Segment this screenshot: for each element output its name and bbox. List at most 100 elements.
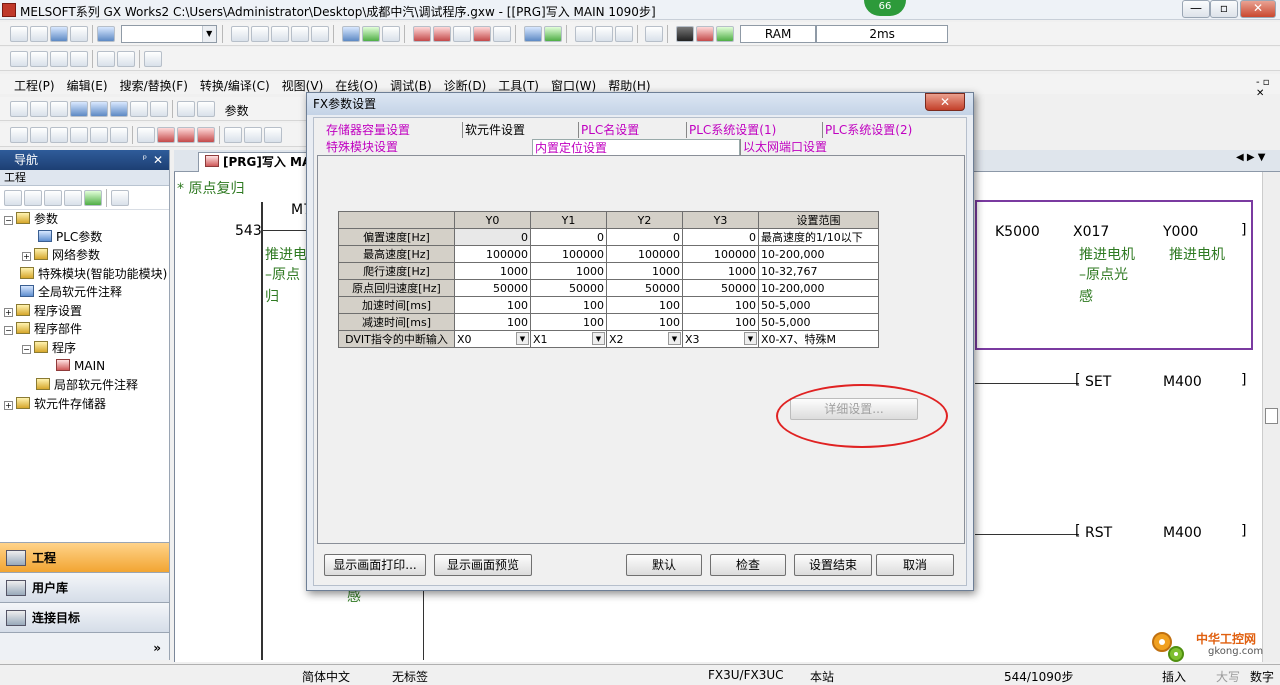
nav-view-icon[interactable] (111, 190, 129, 206)
menu-view[interactable]: 视图(V) (276, 74, 330, 94)
undo-icon[interactable] (291, 26, 310, 42)
cell-bias-y2[interactable]: 0 (606, 228, 683, 246)
nav-props-icon[interactable] (64, 190, 82, 206)
nav-copy-icon[interactable] (24, 190, 42, 206)
sf8-icon[interactable] (243, 127, 262, 143)
sf9-delete-icon[interactable] (156, 127, 175, 143)
cell-decel-y0[interactable]: 100 (454, 313, 531, 331)
preview-screen-button[interactable]: 显示画面预览 (434, 554, 532, 576)
chevron-down-icon[interactable]: ▼ (744, 332, 757, 345)
tab-plc-name[interactable]: PLC名设置 (578, 122, 686, 138)
rst-device[interactable]: M400 (1163, 525, 1202, 541)
cut-icon[interactable] (231, 26, 250, 42)
verify-plc-icon[interactable] (382, 26, 401, 42)
cell-decel-y1[interactable]: 100 (530, 313, 607, 331)
menu-search[interactable]: 搜索/替换(F) (114, 74, 194, 94)
cell-accel-y3[interactable]: 100 (682, 296, 759, 314)
chevron-down-icon[interactable]: ▼ (592, 332, 605, 345)
project-view-icon[interactable] (9, 101, 28, 117)
dev-3-icon[interactable] (109, 101, 128, 117)
open-icon[interactable] (29, 26, 48, 42)
binoculars-icon[interactable] (196, 101, 215, 117)
find-icon[interactable] (149, 101, 168, 117)
finish-settings-button[interactable]: 设置结束 (794, 554, 872, 576)
menu-project[interactable]: 工程(P) (0, 74, 61, 94)
cell-max-y0[interactable]: 100000 (454, 245, 531, 263)
cell-bias-y3[interactable]: 0 (682, 228, 759, 246)
rst-instruction[interactable]: RST (1085, 525, 1112, 541)
dialog-close-button[interactable]: ✕ (925, 93, 965, 111)
tool-a-icon[interactable] (574, 26, 593, 42)
watch-icon[interactable] (472, 26, 491, 42)
nav-close-icon[interactable]: ✕ (153, 150, 163, 170)
ladder-tool-7-icon[interactable] (143, 51, 162, 67)
tree-item-program[interactable]: − 程序 (22, 339, 76, 357)
menu-compile[interactable]: 转换/编译(C) (194, 74, 276, 94)
sim-start-icon[interactable] (523, 26, 542, 42)
mdi-controls[interactable]: - ▫ ✕ (1250, 74, 1280, 99)
cell-accel-y1[interactable]: 100 (530, 296, 607, 314)
cell-max-y1[interactable]: 100000 (530, 245, 607, 263)
tool-c-icon[interactable] (614, 26, 633, 42)
af7-icon[interactable] (263, 127, 282, 143)
minimize-button[interactable]: — (1182, 0, 1210, 18)
output-device[interactable]: Y000 (1163, 224, 1198, 240)
window-icon[interactable] (49, 101, 68, 117)
paste-icon[interactable] (271, 26, 290, 42)
ladder-tool-3-icon[interactable] (49, 51, 68, 67)
cell-decel-y2[interactable]: 100 (606, 313, 683, 331)
cell-creep-y2[interactable]: 1000 (606, 262, 683, 280)
sf6-contact-icon[interactable] (69, 127, 88, 143)
tab-device-settings[interactable]: 软元件设置 (462, 122, 578, 138)
sf7-icon[interactable] (223, 127, 242, 143)
block-icon[interactable] (29, 101, 48, 117)
cell-bias-y1[interactable]: 0 (530, 228, 607, 246)
cancel-button[interactable]: 取消 (876, 554, 954, 576)
ladder-tool-6-icon[interactable] (116, 51, 135, 67)
cf10-icon[interactable] (196, 127, 215, 143)
help-circle-icon[interactable] (176, 101, 195, 117)
tab-plc-system-2[interactable]: PLC系统设置(2) (822, 122, 956, 138)
monitor-write-icon[interactable] (432, 26, 451, 42)
cf9-delete-icon[interactable] (176, 127, 195, 143)
dvit-select-y2[interactable]: X2 ▼ (606, 330, 683, 348)
buffer-icon[interactable] (492, 26, 511, 42)
cell-max-y3[interactable]: 100000 (682, 245, 759, 263)
f8-instr-icon[interactable] (109, 127, 128, 143)
vertical-scrollbar[interactable] (1262, 172, 1280, 662)
tree-item-program-parts[interactable]: − 程序部件 (4, 320, 82, 338)
watch-window-icon[interactable] (129, 101, 148, 117)
dvit-select-y1[interactable]: X1 ▼ (530, 330, 607, 348)
check-button[interactable]: 检查 (710, 554, 786, 576)
layout-icon[interactable] (645, 26, 664, 42)
cell-bias-y0[interactable]: 0 (454, 228, 531, 246)
print-icon[interactable] (69, 26, 88, 42)
nav-tab-connection[interactable]: 连接目标 (0, 602, 169, 632)
set-instruction[interactable]: SET (1085, 374, 1111, 390)
window-close-button[interactable]: ✕ (1240, 0, 1276, 18)
nav-paste-icon[interactable] (44, 190, 62, 206)
tree-item-special-modules[interactable]: 特殊模块(智能功能模块) (20, 265, 167, 283)
nav-new-icon[interactable] (4, 190, 22, 206)
set-device[interactable]: M400 (1163, 374, 1202, 390)
cell-home-y3[interactable]: 50000 (682, 279, 759, 297)
tree-item-global-comments[interactable]: 全局软元件注释 (20, 283, 122, 301)
dev-1-icon[interactable] (69, 101, 88, 117)
default-button[interactable]: 默认 (626, 554, 702, 576)
tree-item-params[interactable]: − 参数 (4, 210, 58, 228)
chevron-down-icon[interactable]: ▼ (668, 332, 681, 345)
nav-tab-user-library[interactable]: 用户库 (0, 572, 169, 602)
cell-accel-y2[interactable]: 100 (606, 296, 683, 314)
param-shortcut[interactable]: 参数 (225, 102, 249, 119)
ladder-tool-2-icon[interactable] (29, 51, 48, 67)
scrollbar-thumb[interactable] (1265, 408, 1278, 424)
tab-plc-system-1[interactable]: PLC系统设置(1) (686, 122, 822, 138)
cell-accel-y0[interactable]: 100 (454, 296, 531, 314)
write-plc-icon[interactable] (362, 26, 381, 42)
run-icon[interactable] (696, 26, 715, 42)
f9-line-icon[interactable] (136, 127, 155, 143)
monitor-icon[interactable] (412, 26, 431, 42)
menu-help[interactable]: 帮助(H) (602, 74, 656, 94)
device-batch-icon[interactable] (452, 26, 471, 42)
copy-icon[interactable] (251, 26, 270, 42)
